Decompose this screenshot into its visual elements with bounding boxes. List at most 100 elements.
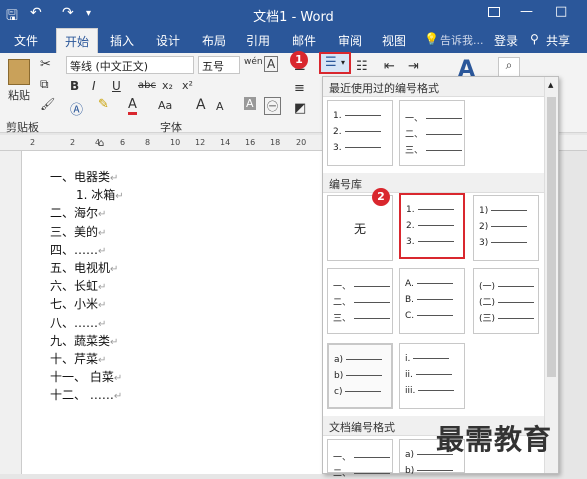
numbering-format-option[interactable]: A. B. C. bbox=[399, 268, 465, 334]
char-border-button[interactable]: A bbox=[264, 56, 279, 72]
document-line[interactable]: 一、电器类↵ bbox=[50, 168, 118, 185]
copy-icon[interactable]: ⧉ bbox=[40, 77, 49, 92]
grow-font-button[interactable]: A bbox=[196, 97, 206, 113]
paragraph-mark-icon: ↵ bbox=[98, 300, 107, 312]
paragraph-mark-icon: ↵ bbox=[98, 355, 107, 366]
document-line[interactable]: 八、……↵ bbox=[50, 314, 106, 331]
find-icon[interactable]: ⌕ bbox=[498, 57, 520, 77]
share-icon[interactable]: ⚲ bbox=[530, 32, 539, 46]
align-left-icon[interactable]: ≡ bbox=[294, 81, 305, 96]
share-button[interactable]: 共享 bbox=[546, 32, 570, 49]
document-line[interactable]: 四、……↵ bbox=[50, 241, 106, 258]
login-button[interactable]: 登录 bbox=[494, 32, 518, 49]
lightbulb-icon[interactable]: 💡 bbox=[424, 32, 439, 46]
recent-formats-header: 最近使用过的编号格式 bbox=[323, 77, 545, 97]
format-marker: c) bbox=[334, 387, 343, 397]
bold-button[interactable]: B bbox=[70, 79, 79, 93]
font-color-icon[interactable]: A bbox=[128, 97, 137, 115]
tab-view[interactable]: 视图 bbox=[382, 32, 406, 49]
italic-button[interactable]: I bbox=[92, 79, 96, 93]
scroll-thumb[interactable] bbox=[547, 97, 556, 377]
document-line[interactable]: 三、美的↵ bbox=[50, 223, 106, 240]
phonetic-guide-button[interactable]: wén bbox=[244, 57, 263, 67]
tab-layout[interactable]: 布局 bbox=[202, 32, 226, 49]
scroll-up-icon[interactable]: ▲ bbox=[548, 81, 553, 89]
tab-file[interactable]: 文件 bbox=[14, 32, 38, 49]
document-line[interactable]: 十二、 ……↵ bbox=[50, 386, 122, 403]
change-case-button[interactable]: Aa bbox=[158, 99, 172, 112]
superscript-button[interactable]: x² bbox=[182, 79, 193, 92]
format-painter-icon[interactable]: 🖌 bbox=[40, 97, 55, 111]
increase-indent-icon[interactable]: ⇥ bbox=[408, 59, 419, 74]
document-line[interactable]: 九、蔬菜类↵ bbox=[50, 332, 118, 349]
numbering-format-option[interactable]: 一、 二、 三、 bbox=[327, 268, 393, 334]
document-line[interactable]: 七、小米↵ bbox=[50, 295, 106, 312]
title-bar: 🖫 ↶ ↷ ▾ 文档1 - Word — □ bbox=[0, 0, 587, 28]
format-line: 2) bbox=[479, 222, 528, 232]
format-marker: a) bbox=[334, 355, 344, 365]
format-line: 1. bbox=[406, 205, 454, 215]
subscript-button[interactable]: x₂ bbox=[162, 79, 173, 92]
numbering-format-option[interactable]: 1. 2. 3. bbox=[327, 100, 393, 166]
numbering-format-option[interactable]: a) b) c) bbox=[327, 343, 393, 409]
numbering-format-option[interactable]: 一、 二、 三、 bbox=[399, 100, 465, 166]
document-line[interactable]: 五、电视机↵ bbox=[50, 259, 118, 276]
format-marker: 3. bbox=[406, 237, 415, 247]
format-marker: (一) bbox=[479, 282, 496, 292]
font-size-combo[interactable]: 五号 bbox=[198, 56, 240, 74]
format-marker: b) bbox=[334, 371, 344, 381]
underline-button[interactable]: U bbox=[112, 79, 121, 93]
maximize-button[interactable]: □ bbox=[555, 4, 567, 19]
text-effects-icon[interactable]: Ⓐ bbox=[70, 99, 83, 118]
paragraph-mark-icon: ↵ bbox=[110, 336, 119, 348]
cut-icon[interactable]: ✂ bbox=[40, 57, 51, 72]
numbering-format-option[interactable]: (一) (二) (三) bbox=[473, 268, 539, 334]
numbering-button[interactable]: ☰ ▾ bbox=[319, 52, 351, 74]
document-line[interactable]: 1. 冰箱↵ bbox=[76, 186, 124, 203]
document-page[interactable]: 一、电器类↵ 1. 冰箱↵ 二、海尔↵ 三、美的↵ 四、……↵ 五、电视机↵ 六、长虹↵ 七、… bbox=[22, 151, 322, 474]
tell-me-input[interactable]: 告诉我... bbox=[440, 32, 484, 48]
format-marker: 一、 bbox=[333, 282, 352, 292]
numbering-format-option[interactable]: 1. 2. 3. bbox=[399, 193, 465, 259]
format-line: c) bbox=[334, 387, 382, 397]
watermark: 最需教育 bbox=[436, 423, 553, 456]
format-marker: C. bbox=[405, 311, 415, 321]
format-line: a) bbox=[334, 355, 383, 365]
format-marker: 三、 bbox=[333, 314, 352, 324]
document-line[interactable]: 十、芹菜↵ bbox=[50, 350, 106, 367]
tab-home[interactable]: 开始 bbox=[56, 28, 99, 53]
tab-references[interactable]: 引用 bbox=[246, 32, 270, 49]
char-shading-button[interactable]: A bbox=[244, 97, 256, 110]
ruler-tick: 16 bbox=[245, 138, 256, 147]
decrease-indent-icon[interactable]: ⇤ bbox=[384, 59, 395, 74]
tab-mailings[interactable]: 邮件 bbox=[292, 32, 316, 49]
vertical-ruler[interactable] bbox=[0, 151, 22, 474]
numbering-format-option[interactable]: 1) 2) 3) bbox=[473, 195, 539, 261]
tab-design[interactable]: 设计 bbox=[156, 32, 180, 49]
gallery-scrollbar[interactable]: ▲ bbox=[544, 77, 558, 473]
strikethrough-button[interactable]: abc bbox=[138, 80, 156, 91]
document-line[interactable]: 六、长虹↵ bbox=[50, 277, 106, 294]
format-marker: 二、 bbox=[405, 130, 424, 140]
paste-icon[interactable] bbox=[8, 59, 30, 85]
format-line: b) bbox=[405, 466, 454, 476]
tab-insert[interactable]: 插入 bbox=[110, 32, 134, 49]
paragraph-mark-icon: ↵ bbox=[110, 173, 119, 184]
ribbon-display-icon[interactable] bbox=[488, 7, 500, 17]
paste-button[interactable]: 粘贴 bbox=[8, 87, 30, 103]
shrink-font-button[interactable]: A bbox=[216, 100, 224, 113]
font-name-combo[interactable]: 等线 (中文正文) bbox=[66, 56, 194, 74]
document-line[interactable]: 二、海尔↵ bbox=[50, 204, 106, 221]
document-line[interactable]: 十一、 白菜↵ bbox=[50, 368, 122, 385]
font-group-label: 字体 bbox=[160, 121, 182, 134]
shading-icon[interactable]: ◩ bbox=[294, 101, 306, 116]
tab-review[interactable]: 审阅 bbox=[338, 32, 362, 49]
numbering-format-option[interactable]: i. ii. iii. bbox=[399, 343, 465, 409]
minimize-button[interactable]: — bbox=[520, 4, 533, 19]
multilevel-list-icon[interactable]: ☷ bbox=[356, 59, 368, 74]
numbering-format-option[interactable]: 一、 二、 bbox=[327, 439, 393, 479]
enclose-char-icon[interactable]: ㊀ bbox=[264, 97, 281, 115]
format-line: 3. bbox=[406, 237, 454, 247]
highlight-icon[interactable]: ✎ bbox=[98, 97, 109, 112]
format-marker: a) bbox=[405, 450, 415, 460]
